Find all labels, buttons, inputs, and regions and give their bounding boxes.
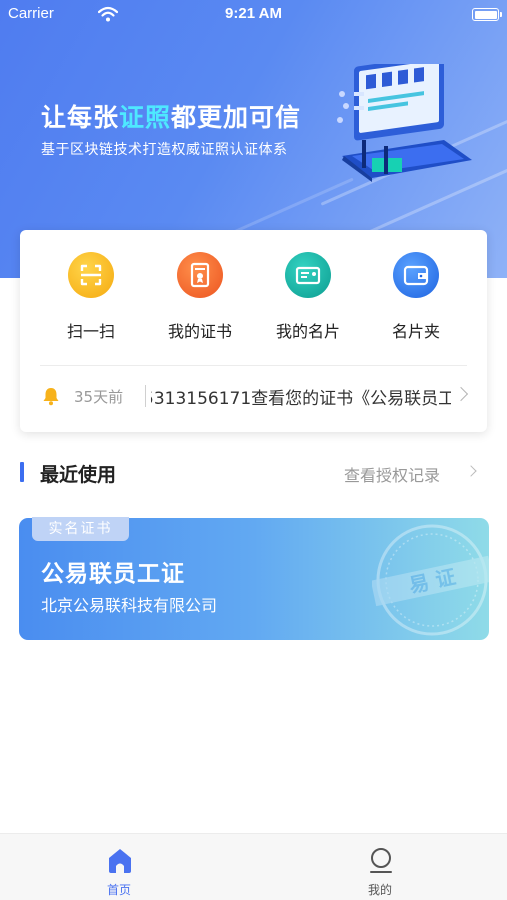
notice-text-container: 5313156171查看您的证书《公易联员工证》 xyxy=(151,384,451,410)
section-accent-bar xyxy=(20,462,24,482)
notice-time: 35天前 xyxy=(74,388,124,406)
tab-mine-label: 我的 xyxy=(367,883,392,897)
func-my-business-card-label: 我的名片 xyxy=(275,322,340,341)
stamp-seal-icon: 易 证 xyxy=(372,524,492,636)
home-icon xyxy=(109,849,131,873)
stamp-text: 易 证 xyxy=(407,564,458,597)
recent-section-title: 最近使用 xyxy=(40,464,117,486)
tab-home[interactable]: 首页 xyxy=(59,834,179,900)
scan-icon xyxy=(68,252,114,298)
bottom-tab-bar: 首页 我的 xyxy=(0,833,507,900)
status-bar: Carrier 9:21 AM xyxy=(0,0,507,30)
tab-mine[interactable]: 我的 xyxy=(320,834,440,900)
cert-organization: 北京公易联科技有限公司 xyxy=(41,596,218,615)
notice-bar[interactable]: 35天前 5313156171查看您的证书《公易联员工证》 xyxy=(20,377,487,413)
bell-icon xyxy=(43,388,59,406)
cert-type-tag: 实名证书 xyxy=(32,517,129,541)
tab-home-label: 首页 xyxy=(106,883,131,897)
notice-text: 5313156171查看您的证书《公易联员工证》 xyxy=(151,389,451,409)
chevron-right-icon xyxy=(453,386,469,402)
status-time: 9:21 AM xyxy=(225,5,282,22)
notice-separator xyxy=(145,385,146,407)
func-card-holder-label: 名片夹 xyxy=(391,322,440,341)
hero-title: 让每张证照都更加可信 xyxy=(41,103,302,132)
cert-name: 公易联员工证 xyxy=(41,561,185,587)
func-my-business-card[interactable]: 我的名片 xyxy=(253,252,363,352)
laptop-blockchain-illustration xyxy=(337,64,472,182)
wallet-icon xyxy=(393,252,439,298)
func-my-certificates-label: 我的证书 xyxy=(167,322,232,341)
user-icon xyxy=(370,848,392,873)
divider xyxy=(40,365,467,366)
chevron-right-icon xyxy=(465,465,477,477)
certificate-icon xyxy=(177,252,223,298)
hero-title-highlight: 证照 xyxy=(119,103,172,132)
view-auth-records-link[interactable]: 查看授权记录 xyxy=(344,462,440,486)
func-card-holder[interactable]: 名片夹 xyxy=(361,252,471,352)
battery-icon xyxy=(472,8,502,21)
business-card-icon xyxy=(285,252,331,298)
functions-card: 扫一扫 我的证书 我的名片 名片夹 35天前 5313156171查看您的证书《… xyxy=(20,230,487,432)
hero-subtitle: 基于区块链技术打造权威证照认证体系 xyxy=(41,142,288,158)
func-scan[interactable]: 扫一扫 xyxy=(36,252,146,352)
func-my-certificates[interactable]: 我的证书 xyxy=(145,252,255,352)
func-scan-label: 扫一扫 xyxy=(66,322,115,341)
